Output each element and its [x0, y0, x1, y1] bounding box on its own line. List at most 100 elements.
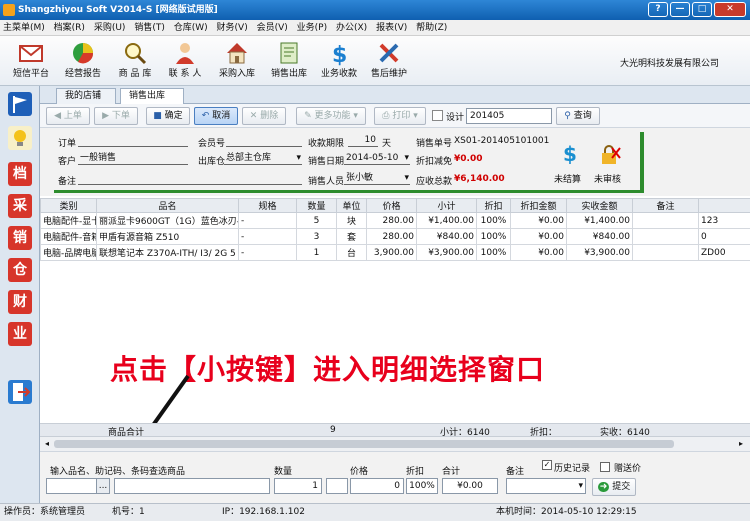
design-checkbox[interactable]: [432, 110, 443, 121]
print-button[interactable]: ⎙ 打印 ▾: [374, 107, 426, 125]
dropdown-icon: ▾: [404, 173, 409, 183]
tab-home[interactable]: 我的店铺: [56, 88, 116, 104]
exit-icon[interactable]: [8, 380, 32, 404]
pie-chart-icon: [70, 40, 96, 66]
price-input[interactable]: 0: [350, 478, 404, 494]
select-detail-button[interactable]: ...: [96, 478, 110, 494]
warehouse-label: 出库仓: [198, 157, 226, 167]
order-field[interactable]: [78, 134, 188, 147]
magnifier-icon: [122, 40, 148, 66]
col-spec[interactable]: 规格: [238, 198, 297, 213]
detail-table: 类别 品名 规格 数量 单位 价格 小计 折扣 折扣金额 实收金额 备注 电脑配…: [40, 198, 750, 261]
svg-text:$: $: [332, 43, 347, 66]
qty-input[interactable]: 1: [274, 478, 322, 494]
more-functions-button[interactable]: ✎ 更多功能 ▾: [296, 107, 366, 125]
menu-finance[interactable]: 财务(V): [214, 20, 251, 36]
col-name[interactable]: 品名: [96, 198, 239, 213]
scroll-left-icon[interactable]: ◂: [42, 439, 52, 449]
delete-icon: ✕: [249, 111, 261, 121]
menu-help[interactable]: 帮助(Z): [413, 20, 450, 36]
toolbar-product-button[interactable]: 商 品 库: [110, 38, 160, 84]
flag-icon[interactable]: [8, 92, 32, 116]
col-price[interactable]: 价格: [366, 198, 417, 213]
total-input[interactable]: ¥0.00: [442, 478, 498, 494]
note-field[interactable]: [78, 172, 302, 185]
toolbar-collection-button[interactable]: $ 业务收款: [314, 38, 364, 84]
receivable-value: ¥6,140.00: [454, 174, 505, 184]
col-discount[interactable]: 折扣: [476, 198, 511, 213]
xiao-icon[interactable]: 销: [8, 226, 32, 250]
term-field[interactable]: 10: [348, 134, 378, 147]
term-label: 收款期限: [308, 139, 345, 149]
date-field[interactable]: 2014-05-10 ▾: [344, 152, 410, 165]
unaudited-lock-icon[interactable]: [598, 144, 622, 166]
next-button[interactable]: ▶ 下单: [94, 107, 138, 125]
col-qty[interactable]: 数量: [296, 198, 337, 213]
order-label: 订单: [58, 139, 77, 149]
cancel-button[interactable]: ↶ 取消: [194, 107, 238, 125]
menu-sales[interactable]: 销售(T): [131, 20, 168, 36]
menu-office[interactable]: 办公(X): [333, 20, 370, 36]
discount-input[interactable]: 100%: [406, 478, 438, 494]
scroll-thumb[interactable]: [54, 440, 674, 448]
seller-select[interactable]: 张小敏 ▾: [344, 172, 410, 185]
note-select[interactable]: ▾: [506, 478, 586, 494]
dropdown-icon: ▾: [404, 153, 409, 163]
unit-input[interactable]: [326, 478, 348, 494]
col-actual[interactable]: 实收金额: [566, 198, 633, 213]
delete-button[interactable]: ✕ 删除: [242, 107, 286, 125]
prev-button[interactable]: ◀ 上单: [46, 107, 90, 125]
menu-purchase[interactable]: 采购(U): [91, 20, 129, 36]
toolbar-report-button[interactable]: 经营报告: [58, 38, 108, 84]
customer-field[interactable]: 一般销售: [78, 152, 188, 165]
menu-report[interactable]: 报表(V): [373, 20, 410, 36]
unsettled-dollar-icon[interactable]: $: [558, 142, 582, 166]
menu-business[interactable]: 业务(P): [294, 20, 330, 36]
toolbar-contact-button[interactable]: 联 系 人: [160, 38, 210, 84]
col-discount-amount[interactable]: 折扣金额: [510, 198, 567, 213]
ye-icon[interactable]: 业: [8, 322, 32, 346]
dang-icon[interactable]: 档: [8, 162, 32, 186]
table-row[interactable]: 电脑配件-音箱 甲盾有源音箱 Z510 - 3 套 280.00 ¥840.00…: [40, 228, 750, 245]
bulb-icon[interactable]: [8, 126, 32, 150]
search-input[interactable]: 201405: [466, 108, 552, 124]
menu-archive[interactable]: 档案(R): [51, 20, 88, 36]
history-checkbox[interactable]: ✓: [542, 460, 552, 470]
menu-member[interactable]: 会员(V): [254, 20, 291, 36]
menu-main[interactable]: 主菜单(M): [0, 20, 48, 36]
svg-text:$: $: [563, 142, 577, 164]
cang-icon[interactable]: 仓: [8, 258, 32, 282]
search-button[interactable]: ⚲ 查询: [556, 107, 600, 125]
warehouse-select[interactable]: 总部主仓库 ▾: [224, 152, 302, 165]
col-unit[interactable]: 单位: [336, 198, 367, 213]
house-icon: [224, 40, 250, 66]
menu-warehouse[interactable]: 仓库(W): [171, 20, 211, 36]
horizontal-scrollbar[interactable]: ◂ ▸: [40, 437, 750, 451]
cai-icon[interactable]: 采: [8, 194, 32, 218]
item-name-input[interactable]: [114, 478, 270, 494]
printer-icon: ⎙: [382, 111, 393, 121]
maximize-button[interactable]: □: [692, 2, 712, 17]
scroll-right-icon[interactable]: ▸: [736, 439, 746, 449]
table-row[interactable]: 电脑-品牌电脑 联想笔记本 Z370A-ITH/ I3/ 2G 5 - 1 台 …: [40, 244, 750, 261]
price-label: 价格: [350, 467, 369, 477]
toolbar-sms-button[interactable]: 短信平台: [6, 38, 56, 84]
gift-price-checkbox[interactable]: [600, 462, 610, 472]
col-category[interactable]: 类别: [40, 198, 97, 213]
tab-sales-out[interactable]: 销售出库 ✕: [120, 88, 184, 116]
help-button[interactable]: ?: [648, 2, 668, 17]
submit-button[interactable]: ➜ 提交: [592, 478, 636, 496]
toolbar-sales-out-button[interactable]: 销售出库: [264, 38, 314, 84]
toolbar-purchase-in-button[interactable]: 采购入库: [212, 38, 262, 84]
col-extra[interactable]: [698, 198, 750, 213]
minimize-button[interactable]: —: [670, 2, 690, 17]
close-button[interactable]: ✕: [714, 2, 746, 17]
toolbar-aftersales-button[interactable]: 售后维护: [364, 38, 414, 84]
unaudited-label: 未审核: [594, 175, 622, 185]
table-row[interactable]: 电脑配件-显卡 丽派显卡9600GT（1G）蓝色冰刃- - 5 块 280.00…: [40, 212, 750, 229]
member-field[interactable]: [226, 134, 302, 147]
col-subtotal[interactable]: 小计: [416, 198, 477, 213]
confirm-button[interactable]: ■ 确定: [146, 107, 190, 125]
cai2-icon[interactable]: 财: [8, 290, 32, 314]
col-note[interactable]: 备注: [632, 198, 699, 213]
